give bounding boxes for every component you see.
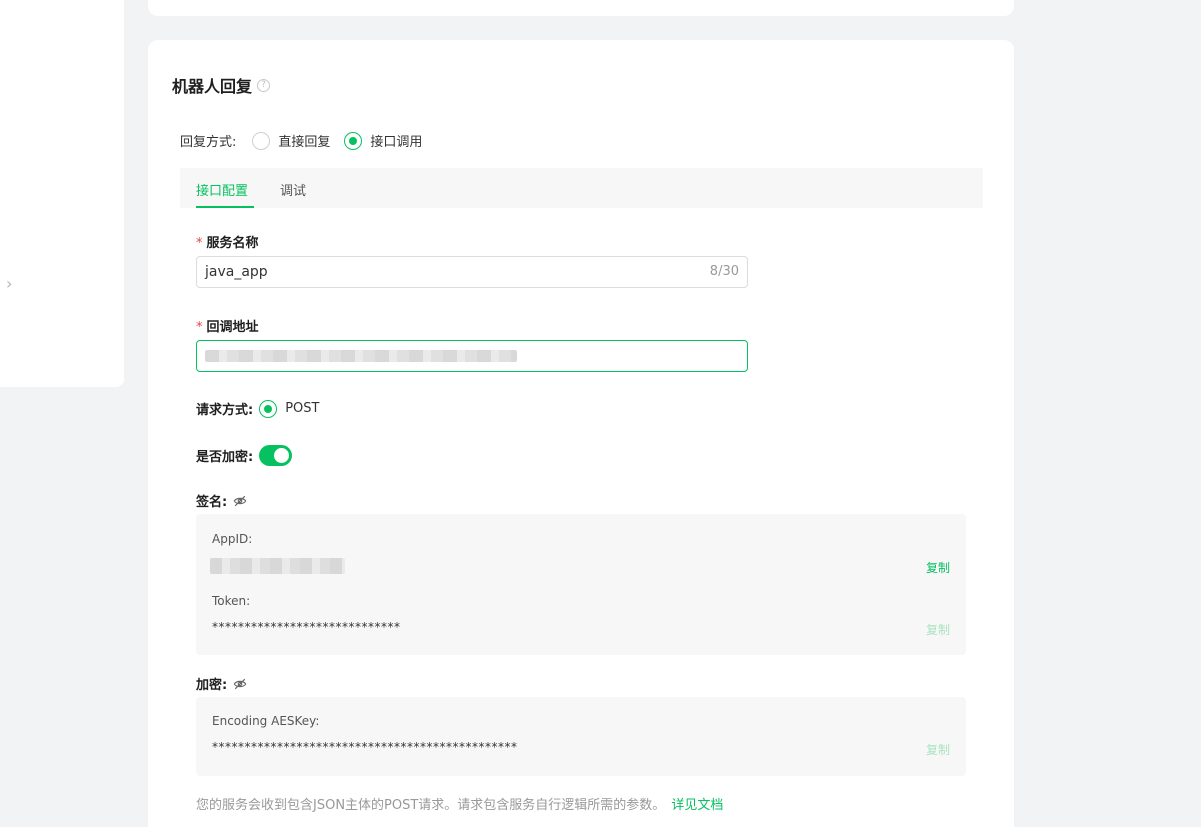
radio-direct-reply-label[interactable]: 直接回复: [278, 131, 330, 150]
eye-hidden-icon[interactable]: [233, 677, 247, 691]
copy-token-button[interactable]: 复制: [926, 621, 950, 638]
tabs-bar: 接口配置 调试: [180, 168, 983, 208]
request-method-row: 请求方式: POST: [196, 399, 319, 418]
service-name-label: * 服务名称: [196, 232, 259, 251]
chevron-right-icon[interactable]: ›: [6, 274, 12, 293]
callback-url-label: * 回调地址: [196, 316, 259, 335]
tab-debug[interactable]: 调试: [280, 180, 306, 199]
encryption-heading: 加密:: [196, 674, 247, 693]
callback-url-label-text: 回调地址: [206, 320, 259, 335]
required-mark: *: [196, 236, 203, 251]
token-label: Token:: [212, 594, 251, 608]
section-title-text: 机器人回复: [172, 77, 253, 96]
redacted-appid: [210, 558, 345, 574]
appid-label: AppID:: [212, 532, 253, 546]
aes-key-label: Encoding AESKey:: [212, 714, 320, 728]
previous-card: [148, 0, 1014, 16]
service-name-label-text: 服务名称: [206, 236, 259, 251]
active-tab-indicator: [196, 206, 254, 208]
copy-appid-button[interactable]: 复制: [926, 559, 950, 576]
copy-aes-key-button[interactable]: 复制: [926, 741, 950, 758]
reply-mode-group: 回复方式: 直接回复 接口调用: [180, 131, 422, 150]
radio-api-call[interactable]: [344, 131, 363, 150]
aes-key-value: ****************************************…: [212, 740, 518, 754]
help-icon[interactable]: ?: [257, 78, 271, 92]
radio-direct-reply[interactable]: [252, 131, 271, 150]
reply-mode-label: 回复方式:: [180, 135, 237, 150]
eye-hidden-icon[interactable]: [233, 494, 247, 508]
tab-api-config[interactable]: 接口配置: [196, 180, 248, 199]
radio-post-label[interactable]: POST: [285, 401, 319, 416]
encryption-switch[interactable]: [259, 445, 293, 466]
signature-heading: 签名:: [196, 491, 247, 510]
robot-reply-card: 机器人回复 ? 回复方式: 直接回复 接口调用 接口配置 调试 * 服务名称 ja…: [148, 40, 1014, 827]
char-counter: 8/30: [709, 264, 739, 279]
footer-note: 您的服务会收到包含JSON主体的POST请求。请求包含服务自行逻辑所需的参数。详…: [196, 794, 723, 813]
encryption-toggle-label: 是否加密:: [196, 450, 254, 465]
docs-link[interactable]: 详见文档: [671, 798, 723, 813]
redacted-url: [205, 350, 517, 362]
section-title: 机器人回复 ?: [172, 73, 271, 97]
encryption-label: 加密:: [196, 678, 228, 693]
left-sidebar-panel: ›: [0, 0, 124, 387]
token-value: *****************************: [212, 620, 401, 634]
encryption-panel: Encoding AESKey: ***********************…: [196, 697, 966, 776]
signature-panel: AppID: 复制 Token: ***********************…: [196, 514, 966, 655]
footer-note-text: 您的服务会收到包含JSON主体的POST请求。请求包含服务自行逻辑所需的参数。: [196, 798, 666, 813]
signature-label: 签名:: [196, 495, 228, 510]
required-mark: *: [196, 320, 203, 335]
radio-post[interactable]: [259, 399, 278, 418]
request-method-label: 请求方式:: [196, 403, 254, 418]
callback-url-input[interactable]: [196, 340, 748, 372]
service-name-input[interactable]: java_app 8/30: [196, 256, 748, 288]
service-name-value: java_app: [205, 264, 268, 280]
encryption-toggle-row: 是否加密:: [196, 445, 293, 466]
radio-api-call-label[interactable]: 接口调用: [370, 131, 422, 150]
